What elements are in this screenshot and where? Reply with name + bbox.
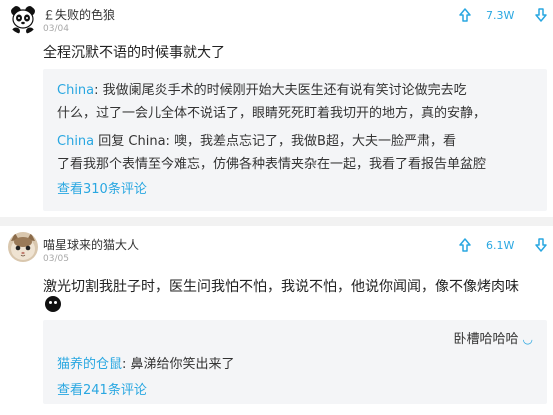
username[interactable]: 喵星球来的猫大人 — [43, 236, 139, 253]
thumb-up-icon[interactable] — [457, 7, 473, 23]
comment-line: 什么，过了一会儿全体不说话了，眼睛死死盯着我切开的地方，真的安静， — [57, 102, 486, 121]
post-text[interactable]: 激光切割我肚子时，医生问我怕不怕，我说不怕，他说你闻闻，像不像烤肉味 — [43, 276, 519, 296]
thumb-down-icon[interactable] — [533, 237, 549, 253]
hot-comments-box: 卧槽哈哈哈 ◡ 猫养的仓鼠: 鼻涕给你笑出来了 查看241条评论 — [43, 320, 547, 404]
hot-comments-box: China: 我做阑尾炎手术的时候刚开始大夫医生还有说有笑讨论做完去吃 什么，过… — [43, 69, 547, 211]
comment-text: 什么，过了一会儿全体不说话了，眼睛死死盯着我切开的地方，真的安静， — [57, 106, 487, 121]
top-reply-text: 卧槽哈哈哈 — [453, 332, 519, 347]
comment-line[interactable]: China: 我做阑尾炎手术的时候刚开始大夫医生还有说有笑讨论做完去吃 — [57, 79, 467, 98]
post-divider — [0, 217, 553, 226]
post-date: 03/05 — [43, 254, 69, 264]
comment-author[interactable]: 猫养的仓鼠 — [57, 357, 122, 372]
comment-bubble-icon: ◡ — [522, 332, 533, 346]
cat-avatar-icon — [8, 232, 38, 262]
post-card: 喵星球来的猫大人 03/05 6.1W 激光切割我肚子时，医生问我怕不怕，我说不… — [0, 226, 553, 415]
username[interactable]: ￡失败的色狼 — [43, 6, 115, 23]
comment-text: 了看我那个表情至今难忘，仿佛各种表情夹杂在一起，我看了看报告单盆腔 — [57, 157, 487, 172]
comment-line[interactable]: 猫养的仓鼠: 鼻涕给你笑出来了 — [57, 353, 235, 372]
vote-score: 7.3W — [486, 9, 515, 22]
view-all-comments-link[interactable]: 查看241条评论 — [57, 379, 147, 398]
comment-text: 回复 China: 噢，我差点忘记了，我做B超，大夫一脸严肃，看 — [94, 134, 456, 149]
avatar[interactable] — [8, 4, 38, 34]
comment-author[interactable]: China — [57, 134, 94, 149]
thumb-up-icon[interactable] — [457, 237, 473, 253]
comment-text: : 我做阑尾炎手术的时候刚开始大夫医生还有说有笑讨论做完去吃 — [94, 83, 467, 98]
view-all-comments-link[interactable]: 查看310条评论 — [57, 178, 147, 197]
panda-avatar-icon — [8, 4, 38, 34]
comment-line[interactable]: China 回复 China: 噢，我差点忘记了，我做B超，大夫一脸严肃，看 — [57, 130, 456, 149]
avatar[interactable] — [8, 232, 38, 262]
post-date: 03/04 — [43, 24, 69, 34]
thumb-down-icon[interactable] — [533, 7, 549, 23]
top-reply[interactable]: 卧槽哈哈哈 ◡ — [454, 328, 534, 347]
emoji-face-icon — [45, 296, 61, 312]
post-text[interactable]: 全程沉默不语的时候事就大了 — [43, 42, 225, 62]
comment-text: : 鼻涕给你笑出来了 — [122, 357, 235, 372]
comment-author[interactable]: China — [57, 83, 94, 98]
comment-line: 了看我那个表情至今难忘，仿佛各种表情夹杂在一起，我看了看报告单盆腔 — [57, 153, 486, 172]
post-card: ￡失败的色狼 03/04 7.3W 全程沉默不语的时候事就大了 China: 我… — [0, 0, 553, 217]
vote-score: 6.1W — [486, 239, 515, 252]
